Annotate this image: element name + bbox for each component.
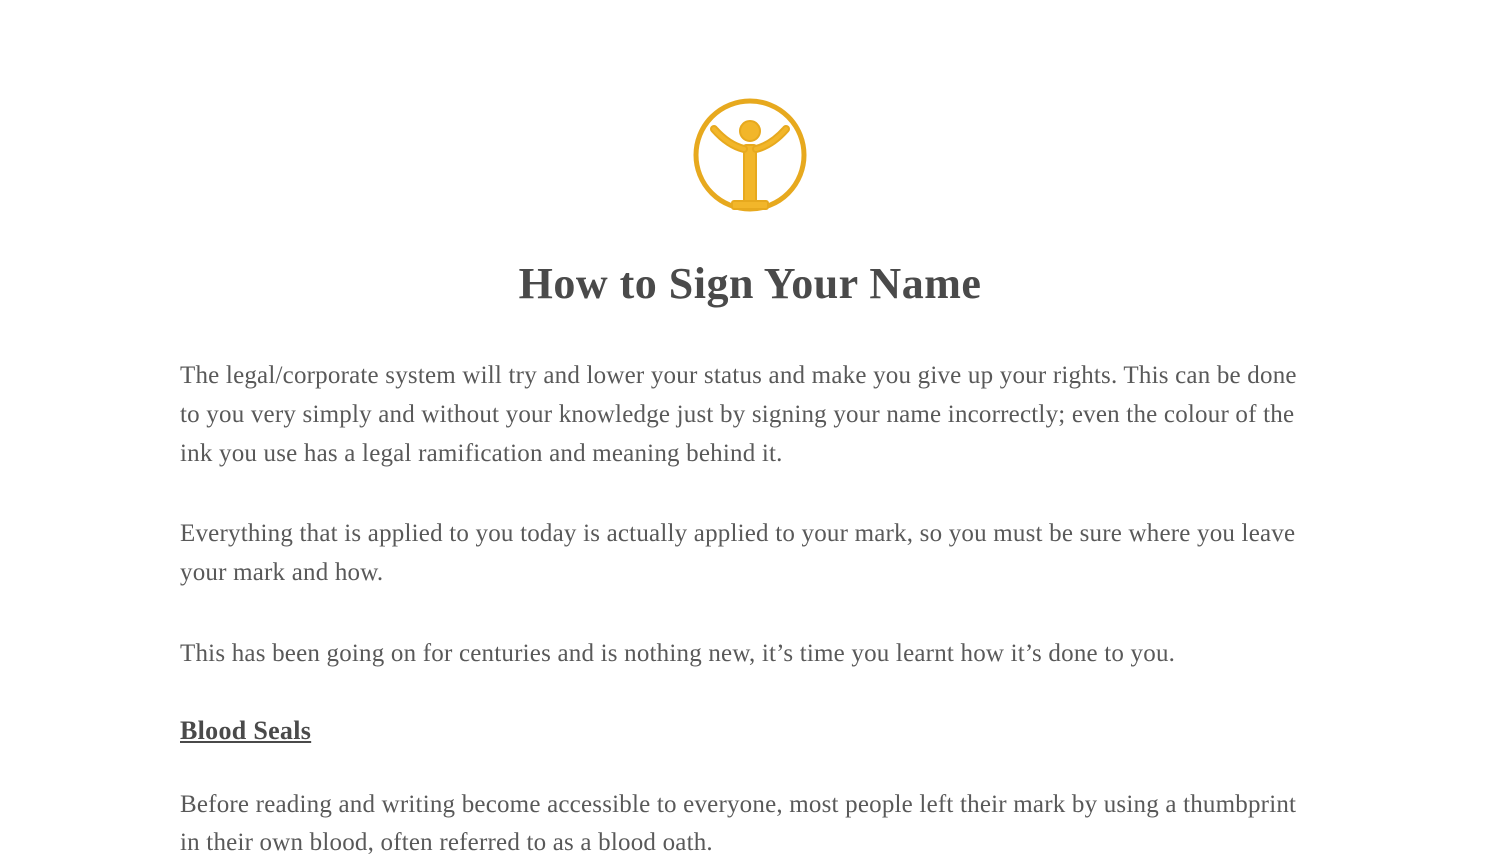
page-title: How to Sign Your Name bbox=[180, 258, 1320, 309]
person-circle-emblem-icon bbox=[690, 95, 810, 220]
logo-container bbox=[180, 95, 1320, 220]
body-paragraph: Before reading and writing become access… bbox=[180, 786, 1320, 863]
section-subheading: Blood Seals bbox=[180, 716, 1320, 746]
document-page: How to Sign Your Name The legal/corporat… bbox=[0, 0, 1500, 863]
body-paragraph: The legal/corporate system will try and … bbox=[180, 357, 1320, 473]
body-paragraph: This has been going on for centuries and… bbox=[180, 635, 1320, 674]
body-paragraph: Everything that is applied to you today … bbox=[180, 515, 1320, 593]
